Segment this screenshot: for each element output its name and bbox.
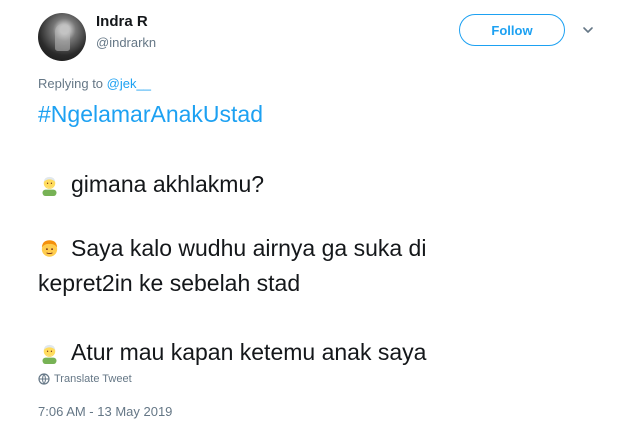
translate-tweet-link[interactable]: Translate Tweet [38, 373, 132, 385]
tweet-line-text: Atur mau kapan ketemu anak saya [71, 339, 427, 365]
tweet-line-text: gimana akhlakmu? [71, 171, 265, 197]
reply-mention-link[interactable]: @jek__ [107, 76, 151, 91]
author-display-name[interactable]: Indra R [96, 13, 148, 30]
chevron-down-icon[interactable] [582, 24, 594, 36]
reply-prefix: Replying to [38, 76, 107, 91]
hashtag-link[interactable]: #NgelamarAnakUstad [38, 101, 263, 128]
translate-label: Translate Tweet [54, 373, 132, 385]
author-screen-name[interactable]: @indrarkn [96, 35, 156, 50]
tweet-line: Saya kalo wudhu airnya ga suka di [38, 235, 426, 262]
tweet-line: gimana akhlakmu? [38, 171, 264, 198]
globe-icon [38, 373, 50, 385]
tweet-line-text: kepret2in ke sebelah stad [38, 270, 301, 296]
tweet-timestamp[interactable]: 7:06 AM - 13 May 2019 [38, 404, 172, 419]
older-man-emoji-icon [42, 176, 57, 196]
reply-context: Replying to @jek__ [38, 76, 151, 91]
tweet-line: Atur mau kapan ketemu anak saya [38, 339, 426, 366]
tweet-line-text: Saya kalo wudhu airnya ga suka di [71, 235, 427, 261]
boy-emoji-icon [41, 240, 58, 257]
tweet-line: kepret2in ke sebelah stad [38, 270, 300, 297]
avatar[interactable] [38, 13, 86, 61]
older-man-emoji-icon [42, 344, 57, 364]
follow-button[interactable]: Follow [459, 14, 565, 46]
